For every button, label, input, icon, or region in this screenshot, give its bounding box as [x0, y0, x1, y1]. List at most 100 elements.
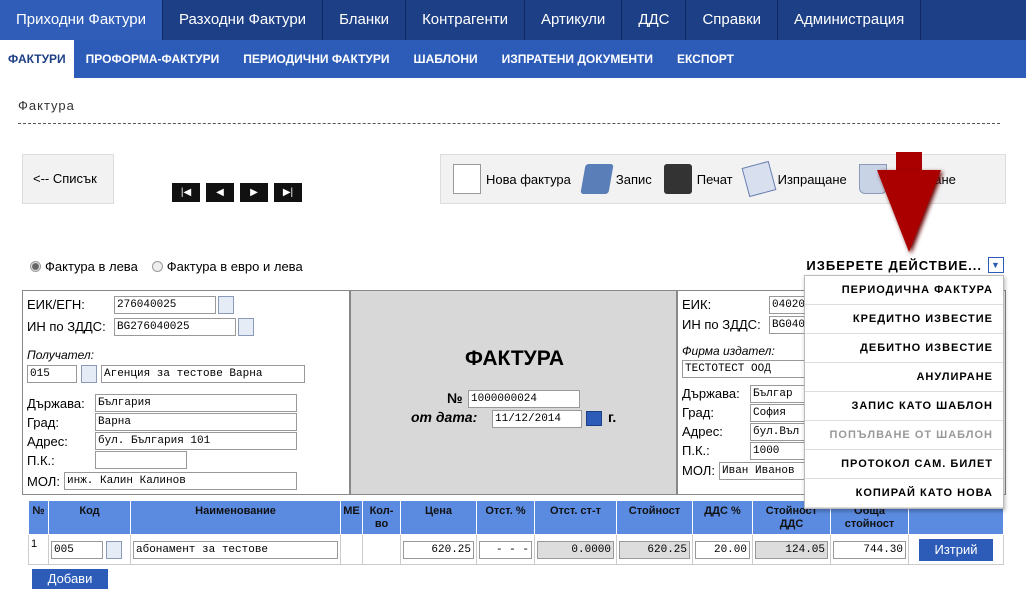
col-discount-pct: Отст. %: [476, 500, 535, 535]
row-code-cell: 005: [48, 534, 131, 565]
action-fill-from-template: ПОПЪЛВАНЕ ОТ ШАБЛОН: [805, 421, 1003, 450]
document-icon: [453, 164, 481, 194]
action-save-as-template[interactable]: ЗАПИС КАТО ШАБЛОН: [805, 392, 1003, 421]
col-number: №: [28, 500, 49, 535]
topnav-incoming-invoices[interactable]: Приходни Фактури: [0, 0, 163, 40]
row-value: 620.25: [619, 540, 690, 559]
invoice-date-input[interactable]: 11/12/2014: [492, 410, 582, 428]
row-vat-value-cell: 124.05: [752, 534, 831, 565]
topnav-vat[interactable]: ДДС: [622, 0, 687, 40]
action-self-billing-protocol[interactable]: ПРОТОКОЛ САМ. БИЛЕТ: [805, 450, 1003, 479]
currency-eur-option[interactable]: Фактура в евро и лева: [151, 259, 303, 274]
print-button[interactable]: Печат: [663, 164, 733, 194]
envelope-icon: [741, 160, 777, 198]
topnav-outgoing-invoices[interactable]: Разходни Фактури: [163, 0, 324, 40]
row-discount-pct-input[interactable]: - - -: [479, 540, 532, 559]
row-price-input[interactable]: 620.25: [403, 540, 474, 559]
lookup-book-icon[interactable]: [81, 365, 97, 383]
subnav-invoices[interactable]: ФАКТУРИ: [0, 40, 74, 78]
row-unit-cell[interactable]: [340, 534, 363, 565]
print-label: Печат: [696, 171, 733, 187]
topnav-articles[interactable]: Артикули: [525, 0, 623, 40]
currency-options: Фактура в лева Фактура в евро и лева: [30, 259, 303, 274]
row-disc-val-cell: 0.0000: [534, 534, 617, 565]
recipient-mol-input[interactable]: инж. Калин Калинов: [64, 472, 297, 490]
row-name-input[interactable]: абонамент за тестове: [133, 540, 338, 559]
prev-record-button[interactable]: ◀: [206, 183, 234, 202]
floppy-icon: [580, 164, 614, 194]
row-code-input[interactable]: 005: [51, 540, 103, 559]
next-record-button[interactable]: ▶: [240, 183, 268, 202]
send-label: Изпращане: [777, 171, 847, 187]
col-unit: МЕ: [340, 500, 363, 535]
subnav-export[interactable]: ЕКСПОРТ: [665, 40, 746, 78]
topnav-contractors[interactable]: Контрагенти: [406, 0, 525, 40]
chevron-down-icon[interactable]: ▼: [988, 257, 1004, 273]
recipient-zip-input[interactable]: [95, 451, 187, 469]
last-record-button[interactable]: ▶|: [274, 183, 302, 202]
col-code: Код: [48, 500, 131, 535]
lookup-book-icon[interactable]: [218, 296, 234, 314]
recipient-code-input[interactable]: 015: [27, 365, 77, 383]
currency-eur-label: Фактура в евро и лева: [166, 259, 303, 274]
row-total: 744.30: [833, 540, 906, 559]
delete-row-button[interactable]: Изтрий: [919, 538, 993, 561]
issuer-mol-label: МОЛ:: [682, 463, 715, 478]
issuer-address-label: Адрес:: [682, 424, 723, 439]
recipient-eik-input[interactable]: 276040025: [114, 296, 216, 314]
subnav-proforma[interactable]: ПРОФОРМА-ФАКТУРИ: [74, 40, 232, 78]
topnav-forms[interactable]: Бланки: [323, 0, 407, 40]
row-price-cell: 620.25: [400, 534, 477, 565]
action-credit-note[interactable]: КРЕДИТНО ИЗВЕСТИЕ: [805, 305, 1003, 334]
row-actions-cell: Изтрий: [908, 534, 1004, 565]
issuer-zip-label: П.К.:: [682, 443, 710, 458]
calendar-icon[interactable]: [586, 411, 602, 426]
back-to-list-button[interactable]: <-- Списък: [22, 154, 114, 204]
action-dropdown: ПЕРИОДИЧНА ФАКТУРА КРЕДИТНО ИЗВЕСТИЕ ДЕБ…: [804, 275, 1004, 509]
send-button[interactable]: Изпращане: [741, 160, 847, 198]
col-qty: Кол-во: [362, 500, 401, 535]
action-cancel[interactable]: АНУЛИРАНЕ: [805, 363, 1003, 392]
topnav-administration[interactable]: Администрация: [778, 0, 922, 40]
subnav-sent-documents[interactable]: ИЗПРАТЕНИ ДОКУМЕНТИ: [490, 40, 665, 78]
row-total-cell: 744.30: [830, 534, 909, 565]
new-invoice-button[interactable]: Нова фактура: [453, 164, 571, 194]
action-periodic-invoice[interactable]: ПЕРИОДИЧНА ФАКТУРА: [805, 276, 1003, 305]
invoice-header-panel: ФАКТУРА № 1000000024 от дата: 11/12/2014…: [350, 290, 677, 495]
recipient-address-input[interactable]: бул. България 101: [95, 432, 297, 450]
add-row-button[interactable]: Добави: [32, 569, 108, 589]
row-number: 1: [28, 534, 49, 565]
lookup-book-icon[interactable]: [238, 318, 254, 336]
col-value: Стойност: [616, 500, 693, 535]
subnav-periodic[interactable]: ПЕРИОДИЧНИ ФАКТУРИ: [231, 40, 401, 78]
sub-nav: ФАКТУРИ ПРОФОРМА-ФАКТУРИ ПЕРИОДИЧНИ ФАКТ…: [0, 40, 1026, 78]
invoice-number-input[interactable]: 1000000024: [468, 390, 580, 408]
row-value-cell: 620.25: [616, 534, 693, 565]
issuer-country-label: Държава:: [682, 386, 740, 401]
recipient-vat-input[interactable]: BG276040025: [114, 318, 236, 336]
lookup-book-icon[interactable]: [106, 540, 122, 559]
row-vat-pct-input[interactable]: 20.00: [695, 540, 750, 559]
row-qty-cell[interactable]: [362, 534, 401, 565]
col-price: Цена: [400, 500, 477, 535]
action-select[interactable]: ИЗБЕРЕТЕ ДЕЙСТВИЕ... ▼: [806, 255, 1004, 275]
subnav-templates[interactable]: ШАБЛОНИ: [402, 40, 490, 78]
pointer-arrow-icon: [877, 170, 941, 252]
save-button[interactable]: Запис: [580, 164, 652, 194]
first-record-button[interactable]: |◀: [172, 183, 200, 202]
invoice-items-table: № Код Наименование МЕ Кол-во Цена Отст. …: [28, 500, 1004, 565]
action-debit-note[interactable]: ДЕБИТНО ИЗВЕСТИЕ: [805, 334, 1003, 363]
topnav-reports[interactable]: Справки: [686, 0, 779, 40]
eik-label: ЕИК/ЕГН:: [27, 297, 85, 312]
recipient-name-input[interactable]: Агенция за тестове Варна: [101, 365, 305, 383]
recipient-country-input[interactable]: България: [95, 394, 297, 412]
col-vat-pct: ДДС %: [692, 500, 753, 535]
row-discount-value: 0.0000: [537, 540, 614, 559]
country-label: Държава:: [27, 396, 85, 411]
row-name-cell: абонамент за тестове: [130, 534, 341, 565]
currency-bgn-option[interactable]: Фактура в лева: [30, 259, 138, 274]
action-copy-as-new[interactable]: КОПИРАЙ КАТО НОВА: [805, 479, 1003, 508]
recipient-city-input[interactable]: Варна: [95, 413, 297, 431]
year-suffix: г.: [608, 409, 617, 425]
issuer-eik-label: ЕИК:: [682, 297, 712, 312]
